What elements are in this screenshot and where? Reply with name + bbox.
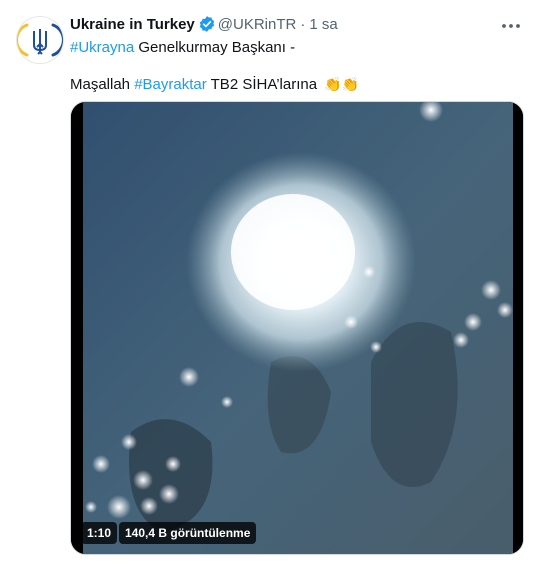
clapping-hands-emoji: 👏👏 bbox=[324, 76, 360, 92]
author-name[interactable]: Ukraine in Turkey bbox=[70, 16, 195, 33]
hashtag-ukrayna[interactable]: #Ukrayna bbox=[70, 39, 134, 56]
avatar[interactable] bbox=[16, 16, 64, 64]
tweet-text-line-1: #Ukrayna Genelkurmay Başkanı - bbox=[70, 38, 295, 58]
video-player[interactable]: 1:10 140,4 B görüntülenme bbox=[70, 101, 524, 555]
video-duration-badge: 1:10 bbox=[81, 522, 118, 544]
tweet-timestamp[interactable]: 1 sa bbox=[309, 16, 337, 33]
tweet-text-line-2: Maşallah #Bayraktar TB2 SİHA’larına 👏👏 bbox=[70, 74, 359, 95]
separator-dot: · bbox=[300, 15, 306, 33]
more-options-icon[interactable] bbox=[500, 16, 522, 36]
view-count-badge: 140,4 B görüntülenme bbox=[119, 522, 257, 544]
tweet-text-segment: Maşallah bbox=[70, 76, 135, 93]
author-handle[interactable]: @UKRinTR bbox=[218, 16, 297, 33]
tweet-card[interactable]: Ukraine in Turkey @UKRinTR · 1 sa #Ukray… bbox=[0, 0, 536, 565]
verified-badge-icon bbox=[199, 16, 214, 32]
tweet-header: Ukraine in Turkey @UKRinTR · 1 sa bbox=[70, 15, 338, 33]
hashtag-bayraktar[interactable]: #Bayraktar bbox=[134, 76, 207, 93]
video-frame bbox=[71, 102, 523, 554]
tweet-text-segment: Genelkurmay Başkanı - bbox=[134, 39, 296, 56]
ukraine-trident-logo-icon bbox=[17, 23, 63, 57]
tweet-text-segment: TB2 SİHA’larına bbox=[206, 76, 322, 93]
